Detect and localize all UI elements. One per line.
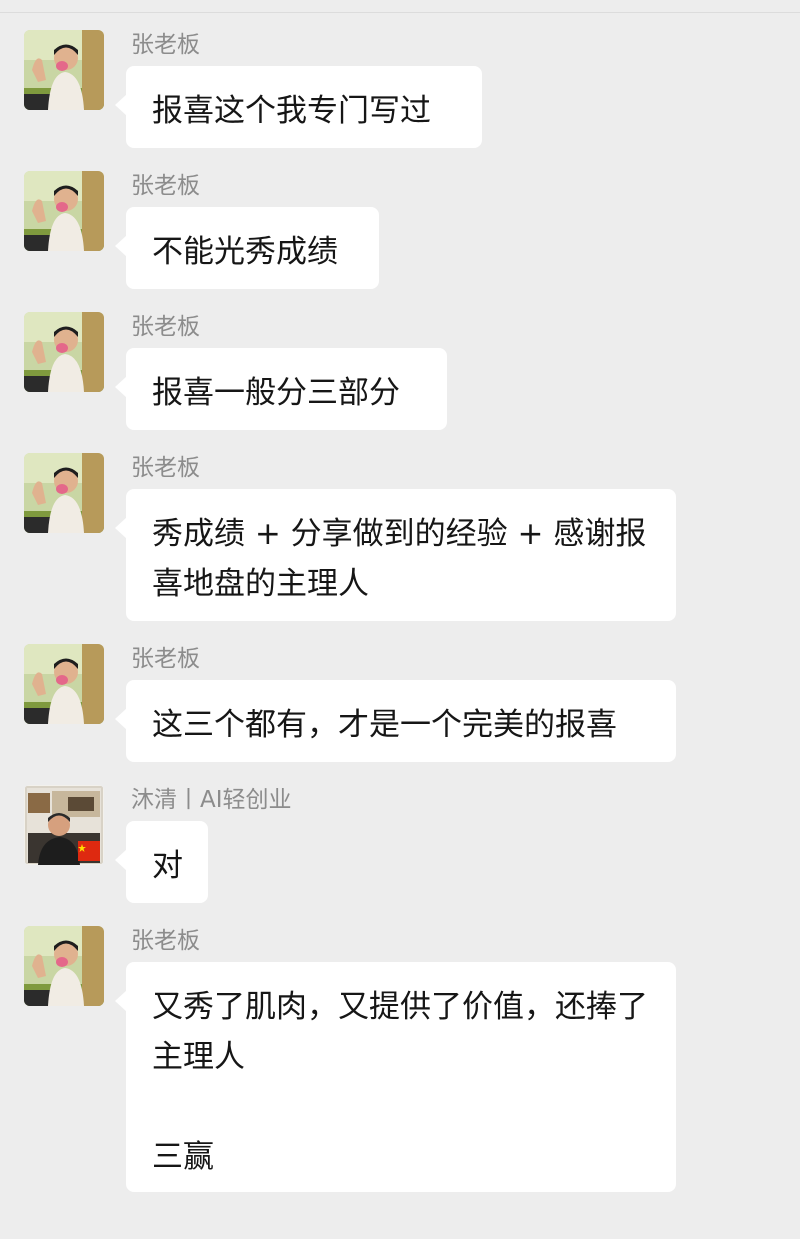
boss-avatar[interactable] [24, 312, 104, 392]
chat-view[interactable]: 张老板 报喜这个我专门写过 张老板 不能光秀成绩 张老板 报喜一般分三部分 张老… [0, 0, 800, 1239]
message-bubble[interactable]: 报喜一般分三部分 [115, 348, 447, 430]
boss-avatar[interactable] [24, 926, 104, 1006]
boss-avatar[interactable] [24, 30, 104, 110]
message-bubble[interactable]: 秀成绩 + 分享做到的经验 + 感谢报喜地盘的主理人 [115, 489, 676, 621]
boss-avatar[interactable] [24, 453, 104, 533]
message-bubble[interactable]: 对 [115, 821, 208, 903]
message-bubble[interactable]: 又秀了肌肉，又提供了价值，还捧了主理人 三赢 [115, 962, 676, 1192]
message-bubble[interactable]: 报喜这个我专门写过 [115, 66, 482, 148]
divider [0, 12, 800, 13]
sender-name: 张老板 [131, 928, 200, 954]
sender-name: 张老板 [131, 32, 200, 58]
message-bubble[interactable]: 这三个都有，才是一个完美的报喜 [115, 680, 676, 762]
sender-name: 张老板 [131, 314, 200, 340]
boss-avatar[interactable] [24, 171, 104, 251]
sender-name: 张老板 [131, 173, 200, 199]
sender-name: 张老板 [131, 455, 200, 481]
sender-name: 沐清丨AI轻创业 [131, 787, 292, 813]
message-bubble[interactable]: 不能光秀成绩 [115, 207, 379, 289]
muqing-avatar[interactable] [24, 785, 104, 865]
boss-avatar[interactable] [24, 644, 104, 724]
sender-name: 张老板 [131, 646, 200, 672]
